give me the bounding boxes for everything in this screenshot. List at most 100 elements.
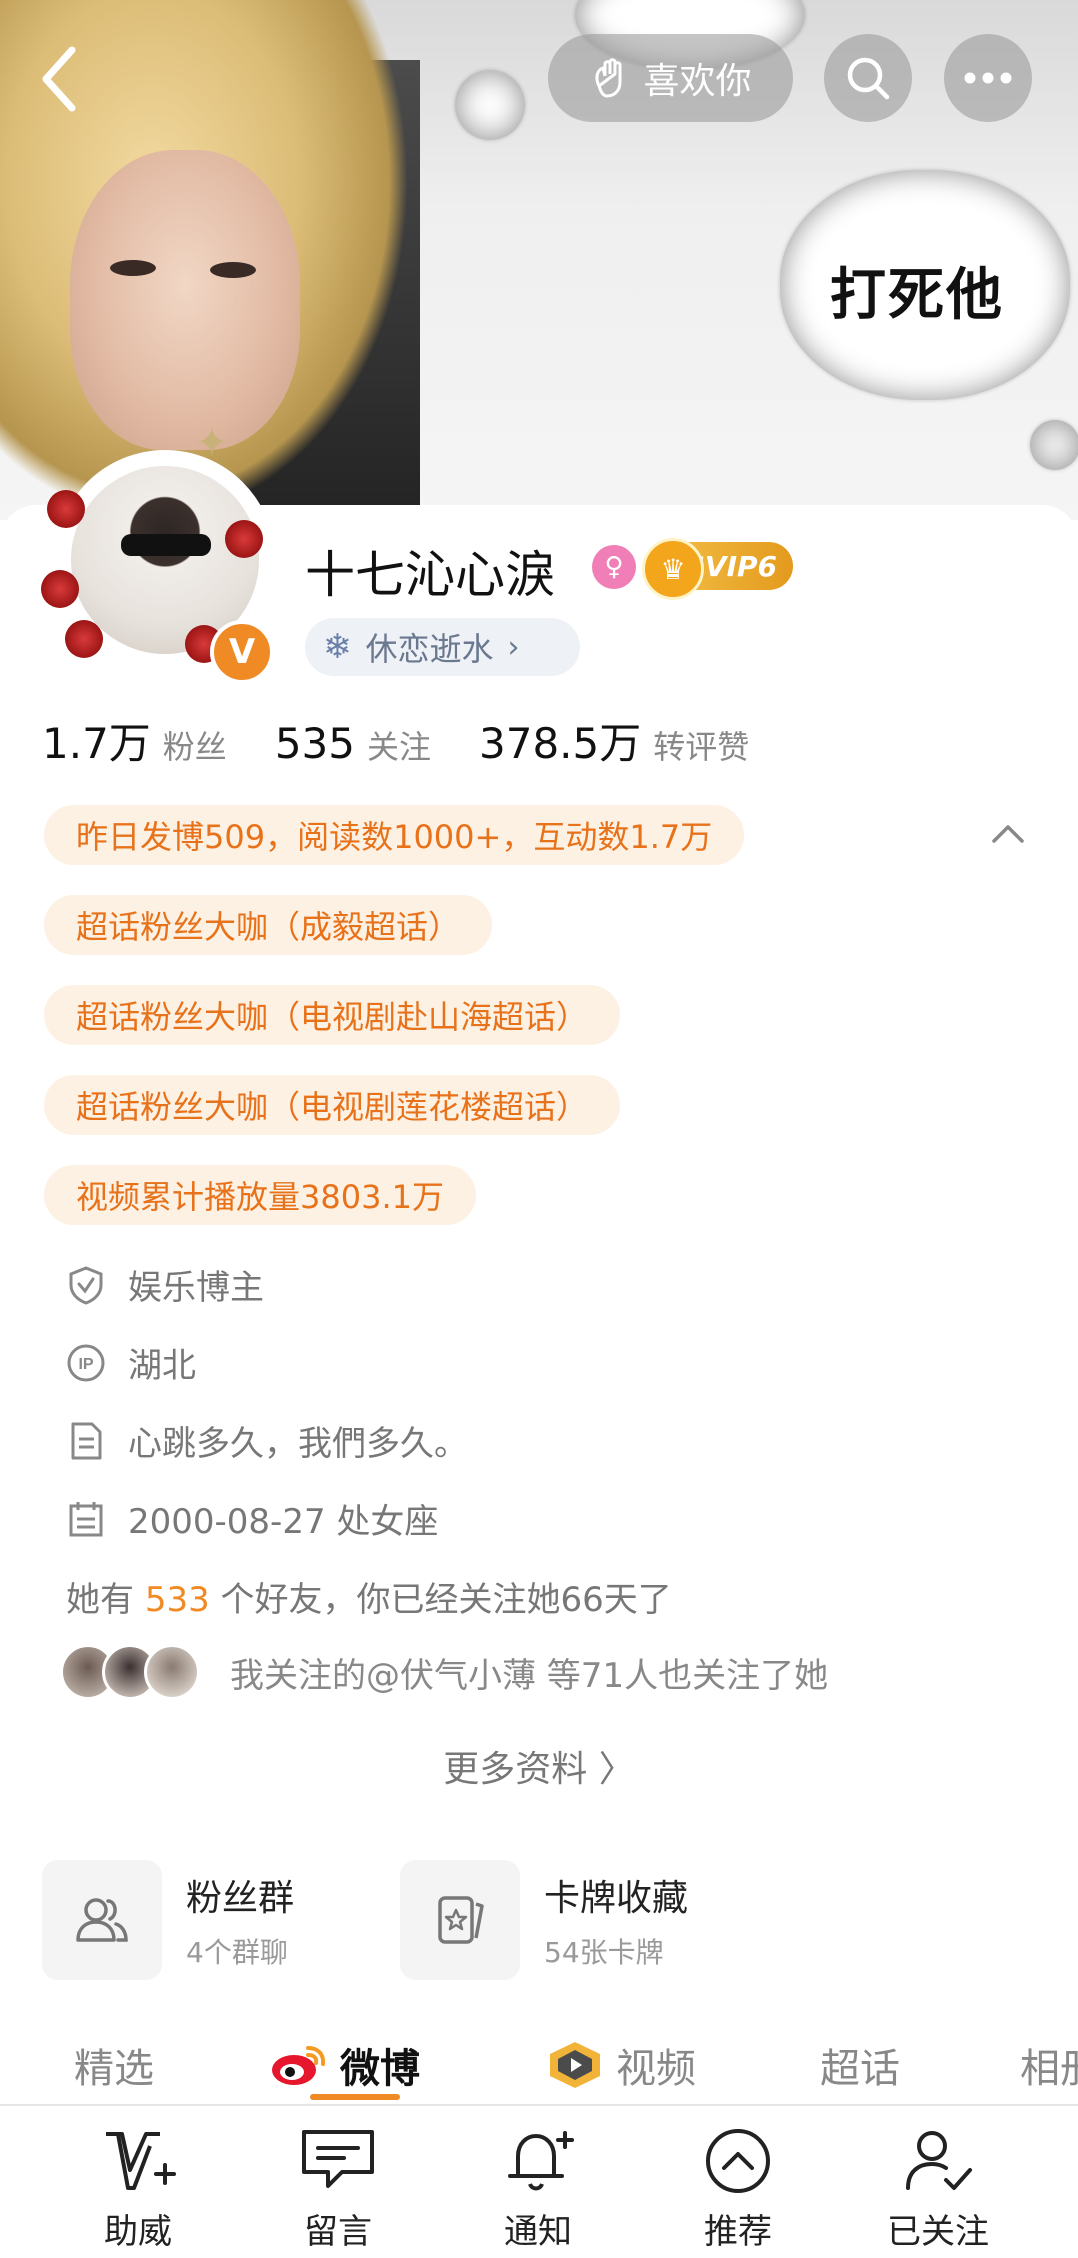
tag-label: 休恋逝水	[365, 630, 494, 668]
recommend-button[interactable]: 推荐	[668, 2126, 808, 2253]
friends-count: 533	[144, 1580, 210, 1620]
fan-group-icon-box	[42, 1860, 162, 1980]
search-button[interactable]	[824, 34, 912, 122]
thought-bubble-small	[455, 70, 525, 140]
hand-heart-icon	[595, 58, 622, 98]
tab-weibo[interactable]: 微博	[270, 2036, 420, 2094]
info-ip: IP 湖北	[66, 1338, 196, 1387]
fan-group-card[interactable]: 粉丝群 4个群聊	[42, 1860, 294, 1980]
snowflake-icon: ❄	[323, 627, 352, 667]
tab-label: 视频	[616, 2046, 696, 2092]
avatar-frame-rose	[225, 520, 263, 558]
message-bubble-icon	[302, 2130, 374, 2188]
friends-summary[interactable]: 她有 533 个好友，你已经关注她66天了	[66, 1572, 672, 1621]
category-text: 娱乐博主	[128, 1268, 264, 1308]
weibo-logo-icon	[272, 2046, 326, 2085]
card-collection-card[interactable]: 卡牌收藏 54张卡牌	[400, 1860, 688, 1980]
like-you-button[interactable]: 喜欢你	[548, 34, 793, 122]
friends-suffix: 个好友，你已经关注她66天了	[220, 1580, 672, 1620]
message-button[interactable]: 留言	[268, 2126, 408, 2253]
search-icon	[847, 57, 890, 100]
tab-album[interactable]: 相册	[1020, 2036, 1078, 2094]
info-category: 娱乐博主	[66, 1260, 264, 1309]
cheer-v-plus-icon	[106, 2132, 176, 2190]
svg-text:IP: IP	[78, 1356, 93, 1373]
bottom-label: 通知	[504, 2212, 572, 2252]
stat-value: 535	[274, 719, 355, 768]
bio-text: 心跳多久，我們多久。	[128, 1424, 468, 1464]
verified-badge-icon: V	[210, 620, 274, 684]
avatar-frame-rose	[65, 620, 103, 658]
sparkle-icon: ✦	[195, 420, 229, 466]
stat-interactions[interactable]: 378.5万 转评赞	[479, 710, 749, 771]
username: 十七沁心淚	[305, 546, 555, 604]
banner-photo-face	[70, 150, 300, 450]
highlight-pill[interactable]: 视频累计播放量3803.1万	[44, 1165, 476, 1225]
calendar-icon	[69, 1501, 103, 1536]
bell-plus-icon	[508, 2131, 574, 2191]
card-star-icon	[438, 1896, 484, 1944]
active-tab-indicator	[310, 2094, 400, 2100]
stat-label: 关注	[366, 728, 431, 766]
mutual-followers[interactable]: 我关注的@伏气小薄 等71人也关注了她	[60, 1644, 828, 1700]
more-options-button[interactable]	[944, 34, 1032, 122]
svip-badge[interactable]: ♛ SVIP6	[642, 538, 793, 600]
stats-row: 1.7万 粉丝 535 关注 378.5万 转评赞	[42, 710, 797, 771]
banner-photo-eye	[210, 262, 256, 278]
tab-label: 相册	[1020, 2046, 1078, 2092]
cheer-button[interactable]: 助威	[68, 2126, 208, 2253]
bottom-action-bar: 助威 留言 通知 推荐 已关注	[0, 2104, 1078, 2258]
mutual-text: 我关注的@伏气小薄 等71人也关注了她	[230, 1655, 829, 1696]
avatar-sunglasses	[121, 534, 211, 556]
card-title: 粉丝群	[186, 1878, 295, 1919]
tab-featured[interactable]: 精选	[74, 2036, 154, 2094]
info-bio: 心跳多久，我們多久。	[66, 1416, 468, 1465]
more-info-link[interactable]: 更多资料 〉	[0, 1740, 1078, 1792]
gender-female-icon: ♀	[592, 545, 636, 589]
stat-label: 粉丝	[162, 728, 227, 766]
tab-label: 微博	[340, 2046, 420, 2092]
info-birthday: 2000-08-27 处女座	[66, 1494, 438, 1543]
profile-banner[interactable]: 打死他	[0, 0, 1078, 520]
avatar-frame-rose	[41, 570, 79, 608]
document-icon	[71, 1422, 102, 1459]
highlight-pill[interactable]: 超话粉丝大咖（电视剧赴山海超话）	[44, 985, 621, 1045]
stat-label: 转评赞	[653, 728, 750, 766]
birthday-text: 2000-08-27 处女座	[128, 1502, 439, 1542]
friends-prefix: 她有	[66, 1580, 134, 1620]
video-hexagon-icon	[550, 2042, 600, 2088]
group-icon	[76, 1898, 128, 1942]
user-check-icon	[906, 2131, 972, 2190]
crown-icon: ♛	[642, 538, 704, 600]
mutual-avatar	[144, 1644, 200, 1700]
highlight-pill[interactable]: 超话粉丝大咖（电视剧莲花楼超话）	[44, 1075, 621, 1135]
tab-label: 超话	[820, 2046, 900, 2092]
content-tabs: 精选 微博 视频 超话 相册	[0, 2016, 1078, 2112]
banner-photo-eye	[110, 260, 156, 276]
back-icon[interactable]	[40, 44, 80, 114]
tab-supertopic[interactable]: 超话	[820, 2036, 900, 2094]
bottom-label: 留言	[304, 2212, 372, 2252]
stat-followers[interactable]: 1.7万 粉丝	[42, 710, 227, 771]
card-collection-icon-box	[400, 1860, 520, 1980]
tab-video[interactable]: 视频	[546, 2036, 696, 2094]
avatar-frame-rose	[47, 490, 85, 528]
notify-button[interactable]: 通知	[468, 2126, 608, 2253]
shield-icon	[69, 1265, 103, 1305]
chevron-up-icon[interactable]	[990, 815, 1026, 851]
card-title: 卡牌收藏	[544, 1878, 689, 1919]
following-button[interactable]: 已关注	[868, 2126, 1008, 2253]
stat-following[interactable]: 535 关注	[275, 719, 431, 768]
bottom-label: 已关注	[887, 2212, 989, 2252]
card-subtitle: 4个群聊	[186, 1936, 288, 1969]
tab-label: 精选	[74, 2046, 154, 2092]
thought-bubble-text: 打死他	[830, 263, 1004, 328]
tag-pill[interactable]: ❄ 休恋逝水 ›	[305, 618, 580, 676]
like-you-label: 喜欢你	[643, 61, 752, 102]
ip-text: 湖北	[128, 1346, 196, 1386]
ip-location-icon: IP	[67, 1344, 105, 1381]
highlight-pill[interactable]: 超话粉丝大咖（成毅超话）	[44, 895, 493, 955]
highlight-pill[interactable]: 昨日发博509，阅读数1000+，互动数1.7万	[44, 805, 745, 865]
thought-bubble-dot	[1030, 420, 1078, 470]
stat-value: 378.5万	[479, 719, 642, 768]
